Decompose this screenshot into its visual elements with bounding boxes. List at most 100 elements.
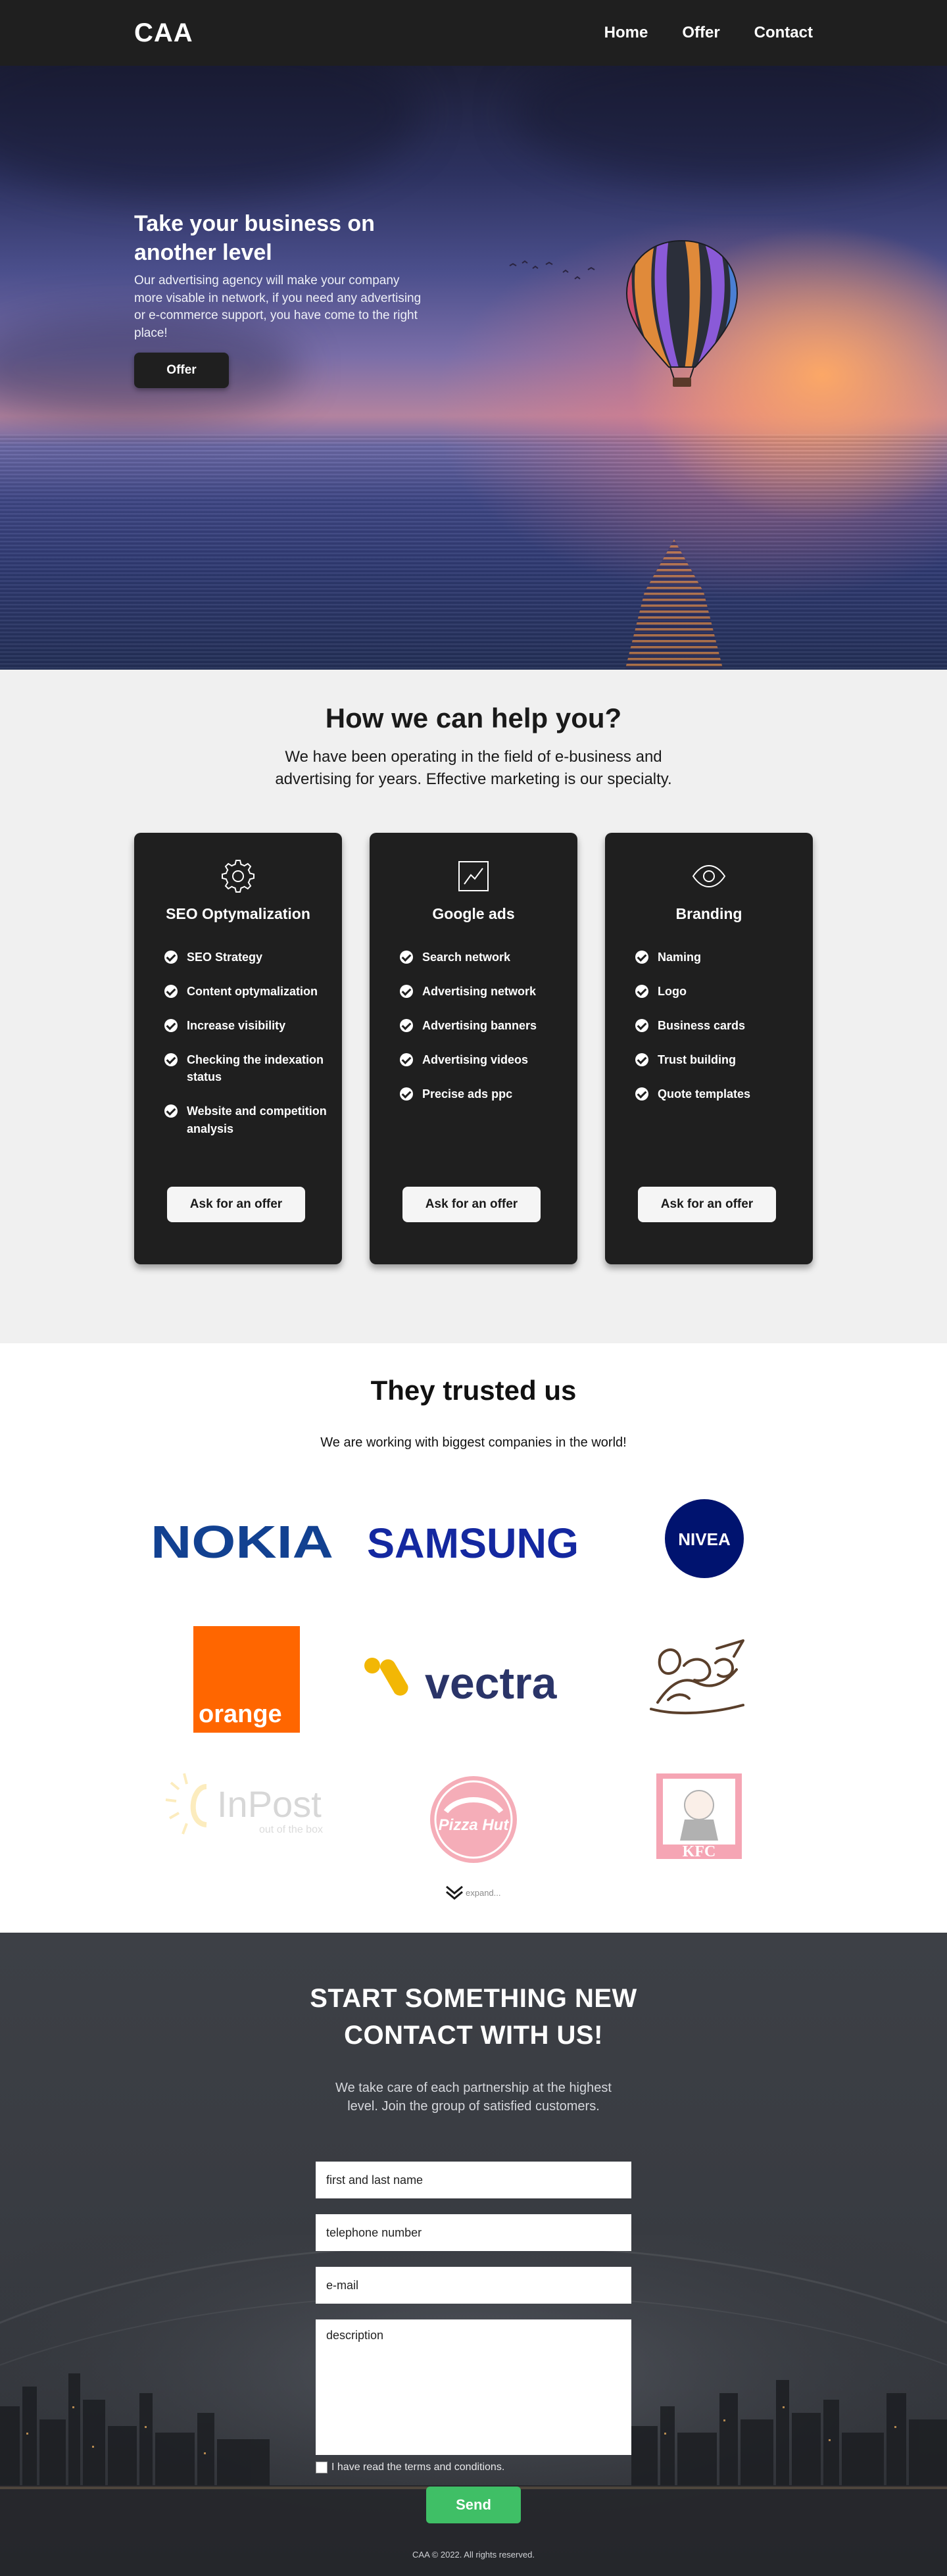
list-item: Quote templates <box>635 1085 800 1102</box>
svg-text:NIVEA: NIVEA <box>678 1529 731 1549</box>
nav-links: Home Offer Contact <box>604 24 813 42</box>
pizzahut-logo: Pizza Hut <box>427 1773 520 1866</box>
nav-link-home[interactable]: Home <box>604 24 648 42</box>
list-item: Trust building <box>635 1051 800 1068</box>
description-field[interactable] <box>316 2319 631 2455</box>
terms-row: I have read the terms and conditions. <box>316 2462 504 2473</box>
double-chevron-down-icon <box>446 1885 463 1900</box>
contact-subtitle: We take care of each partnership at the … <box>335 2081 612 2114</box>
chart-icon <box>458 861 489 891</box>
list-item-label: Search network <box>422 951 511 964</box>
vectra-logo: vectra <box>360 1652 588 1712</box>
trusted-section: They trusted us We are working with bigg… <box>0 1343 947 1933</box>
check-icon <box>400 1053 413 1067</box>
hero-section: Take your business on another level Our … <box>0 66 947 670</box>
svg-text:orange: orange <box>199 1700 282 1728</box>
hot-air-balloon-icon <box>625 239 739 387</box>
inpost-logo: InPost out of the box <box>164 1771 328 1839</box>
contact-title-line-2: CONTACT WITH US! <box>344 2021 603 2050</box>
list-item: Website and competition analysis <box>164 1102 329 1137</box>
list-item: Precise ads ppc <box>400 1085 564 1102</box>
nivea-logo: NIVEA <box>664 1499 744 1579</box>
list-item: Business cards <box>635 1017 800 1034</box>
service-card-branding: Branding Naming Logo Business cards Trus… <box>605 833 813 1264</box>
ask-offer-button-google-ads[interactable]: Ask for an offer <box>402 1187 541 1222</box>
list-item-label: Increase visibility <box>187 1019 286 1033</box>
orange-logo: orange <box>193 1626 300 1733</box>
eye-icon <box>692 864 726 888</box>
nav-link-contact[interactable]: Contact <box>754 24 813 42</box>
list-item-label: Trust building <box>658 1053 736 1067</box>
list-item: Naming <box>635 949 800 966</box>
check-icon <box>164 951 178 964</box>
name-field[interactable] <box>316 2162 631 2198</box>
check-icon <box>635 1087 648 1101</box>
svg-text:Pizza Hut: Pizza Hut <box>439 1816 510 1834</box>
card-title: Branding <box>675 905 742 922</box>
hero-offer-button[interactable]: Offer <box>134 353 229 388</box>
list-item-label: Website and competition analysis <box>187 1104 327 1135</box>
email-field[interactable] <box>316 2267 631 2304</box>
list-item-label: Advertising banners <box>422 1019 537 1033</box>
check-icon <box>400 951 413 964</box>
trusted-title: They trusted us <box>370 1375 577 1406</box>
list-item-label: Quote templates <box>658 1087 751 1101</box>
hero-title: Take your business on another level <box>134 211 375 266</box>
trusted-subtitle: We are working with biggest companies in… <box>320 1435 627 1450</box>
samsung-logo: SAMSUNG <box>366 1517 580 1567</box>
hero-description: Our advertising agency will make your co… <box>134 274 422 340</box>
svg-text:InPost: InPost <box>217 1783 322 1825</box>
ask-offer-button-seo[interactable]: Ask for an offer <box>167 1187 305 1222</box>
card-title: Google ads <box>432 905 515 922</box>
check-icon <box>635 951 648 964</box>
help-subtitle: We have been operating in the field of e… <box>275 748 672 788</box>
contact-title-line-1: START SOMETHING NEW <box>310 1984 637 2013</box>
list-item-label: Checking the indexation status <box>187 1053 324 1084</box>
ask-offer-button-branding[interactable]: Ask for an offer <box>638 1187 776 1222</box>
list-item-label: Precise ads ppc <box>422 1087 513 1101</box>
list-item: SEO Strategy <box>164 949 329 966</box>
expand-toggle[interactable]: expand... <box>445 1884 501 1901</box>
card-title: SEO Optymalization <box>166 905 310 922</box>
expand-label: expand... <box>466 1887 501 1898</box>
gear-icon <box>222 860 255 893</box>
check-icon <box>635 985 648 999</box>
check-icon <box>400 985 413 999</box>
list-item: Checking the indexation status <box>164 1051 329 1085</box>
terms-checkbox[interactable] <box>316 2462 328 2473</box>
nav-link-offer[interactable]: Offer <box>682 24 719 42</box>
navbar: CAA Home Offer Contact <box>0 0 947 66</box>
check-icon <box>164 1053 178 1067</box>
check-icon <box>400 1087 413 1101</box>
check-icon <box>635 1053 648 1067</box>
list-item: Advertising banners <box>400 1017 564 1034</box>
check-icon <box>164 1019 178 1033</box>
phone-field[interactable] <box>316 2214 631 2251</box>
help-section: How we can help you? We have been operat… <box>0 670 947 1343</box>
svg-text:NOKIA: NOKIA <box>151 1517 333 1567</box>
list-item: Search network <box>400 949 564 966</box>
send-button[interactable]: Send <box>426 2487 521 2523</box>
svg-text:SAMSUNG: SAMSUNG <box>367 1520 579 1567</box>
help-title: How we can help you? <box>325 703 622 733</box>
list-item-label: Content optymalization <box>187 985 318 999</box>
svg-text:KFC: KFC <box>683 1843 716 1860</box>
check-icon <box>164 985 178 999</box>
list-item-label: Advertising network <box>422 985 537 999</box>
hero-cloud <box>0 66 421 197</box>
svg-text:vectra: vectra <box>425 1658 558 1708</box>
list-item-label: SEO Strategy <box>187 951 263 964</box>
brand-logo[interactable]: CAA <box>134 18 193 48</box>
card-list: Search network Advertising network Adver… <box>400 949 564 1120</box>
contact-section: START SOMETHING NEW CONTACT WITH US! We … <box>0 1933 947 2576</box>
check-icon <box>635 1019 648 1033</box>
card-list: SEO Strategy Content optymalization Incr… <box>164 949 329 1154</box>
svg-text:out of the box: out of the box <box>259 1824 323 1835</box>
list-item: Advertising network <box>400 983 564 1000</box>
hero-water <box>0 434 947 670</box>
nestle-birds-logo <box>644 1637 751 1722</box>
footer-copyright: CAA © 2022. All rights reserved. <box>412 2550 535 2560</box>
terms-label: I have read the terms and conditions. <box>331 2462 505 2473</box>
service-card-seo: SEO Optymalization SEO Strategy Content … <box>134 833 342 1264</box>
list-item-label: Business cards <box>658 1019 746 1033</box>
